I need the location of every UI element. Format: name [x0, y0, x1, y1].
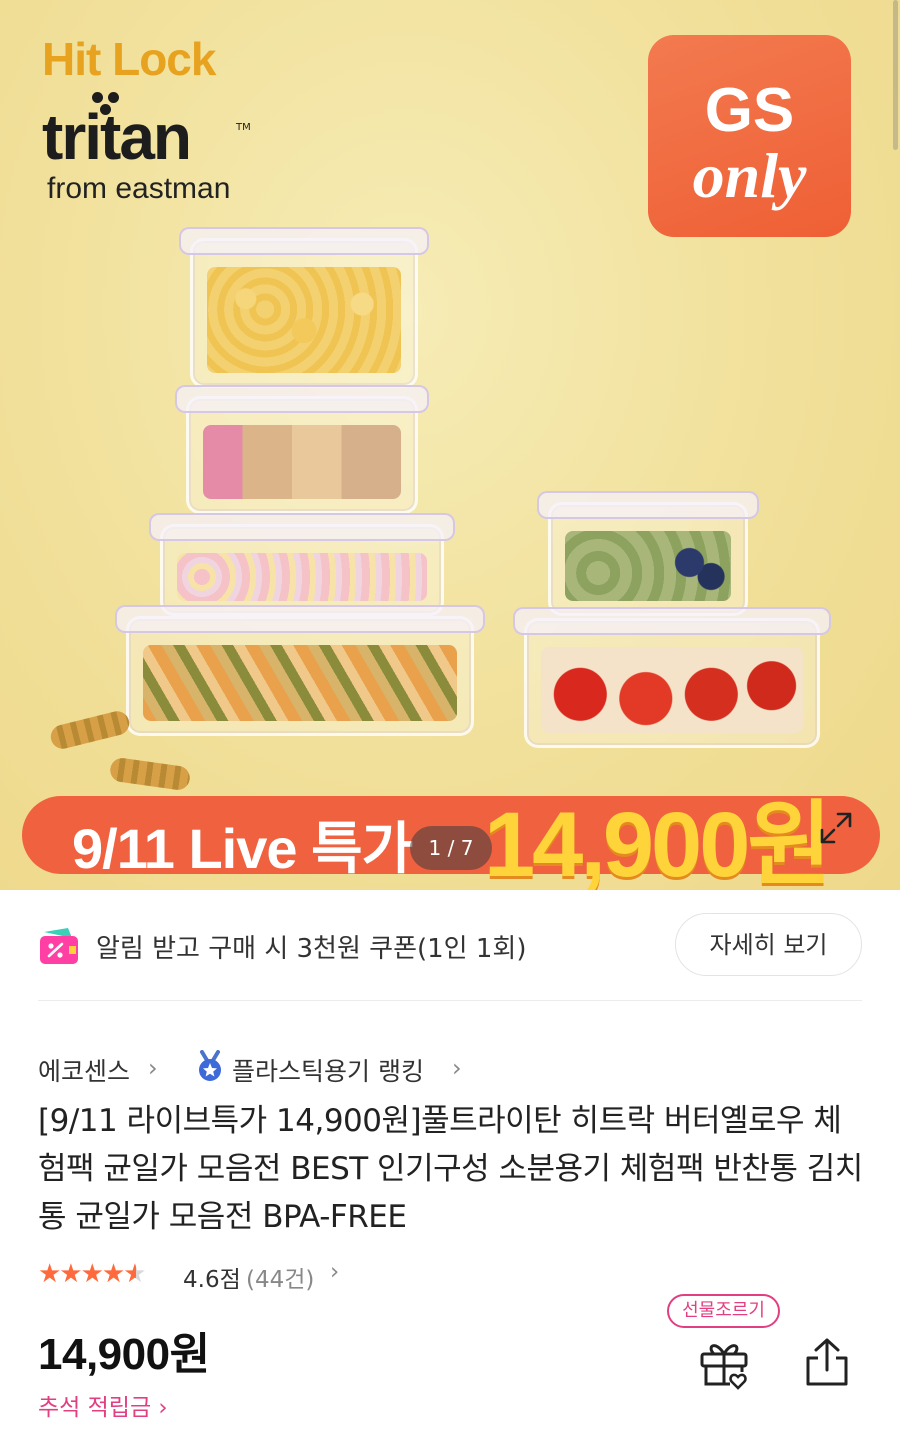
section-divider [38, 1000, 862, 1001]
brand-tritan: tritan [42, 101, 192, 173]
expand-image-button[interactable] [800, 792, 870, 862]
brand-trademark: TM [236, 122, 251, 133]
store-link[interactable]: 에코센스 [38, 1052, 130, 1088]
rating-stars: ★★★★★ [38, 1259, 147, 1289]
share-icon[interactable] [802, 1334, 852, 1390]
points-link[interactable]: 추석 적립금 › [38, 1388, 168, 1422]
container-tomatoes [513, 607, 831, 748]
page-scrollbar[interactable] [893, 0, 898, 150]
product-image-carousel[interactable]: Hit Lock tritan TM from eastman GS only … [0, 0, 900, 890]
product-price: 14,900원 [38, 1330, 210, 1379]
gift-icon[interactable] [696, 1334, 752, 1390]
chevron-right-icon[interactable]: › [330, 1259, 339, 1285]
brand-hit-lock: Hit Lock [42, 33, 216, 85]
coupon-notice-text: 알림 받고 구매 시 3천원 쿠폰(1인 1회) [96, 934, 527, 964]
review-count[interactable]: (44건) [246, 1260, 314, 1294]
container-pasta [115, 605, 485, 736]
container-macarons [175, 385, 429, 514]
container-grapes [537, 491, 759, 616]
gs-badge-line2: only [692, 140, 807, 211]
chevron-right-icon: › [452, 1054, 462, 1082]
live-deal-text: 9/11 Live 특가 [72, 817, 413, 880]
gs-badge-line1: GS [704, 76, 795, 145]
container-cereal [149, 513, 455, 616]
product-title: [9/11 라이브특가 14,900원]풀트라이탄 히트락 버터옐로우 체험팩 … [38, 1103, 863, 1235]
expand-icon [820, 812, 852, 844]
live-deal-price: 14,900원 [484, 794, 832, 890]
loose-pasta [108, 756, 192, 792]
view-details-button[interactable]: 자세히 보기 [675, 913, 862, 976]
rating-score[interactable]: 4.6점 [183, 1260, 241, 1294]
gs-only-badge: GS only [648, 35, 851, 237]
container-popcorn [179, 227, 429, 388]
ranking-medal-icon [196, 1050, 224, 1082]
points-label: 추석 적립금 [38, 1395, 152, 1421]
ranking-link[interactable]: 플라스틱용기 랭킹 [232, 1052, 424, 1088]
chevron-right-icon: › [148, 1054, 158, 1082]
image-counter: 1 / 7 [410, 826, 492, 870]
loose-pasta [48, 708, 132, 752]
coupon-wallet-icon [38, 926, 80, 966]
gift-request-tag[interactable]: 선물조르기 [667, 1294, 780, 1328]
brand-from-eastman: from eastman [47, 172, 231, 205]
